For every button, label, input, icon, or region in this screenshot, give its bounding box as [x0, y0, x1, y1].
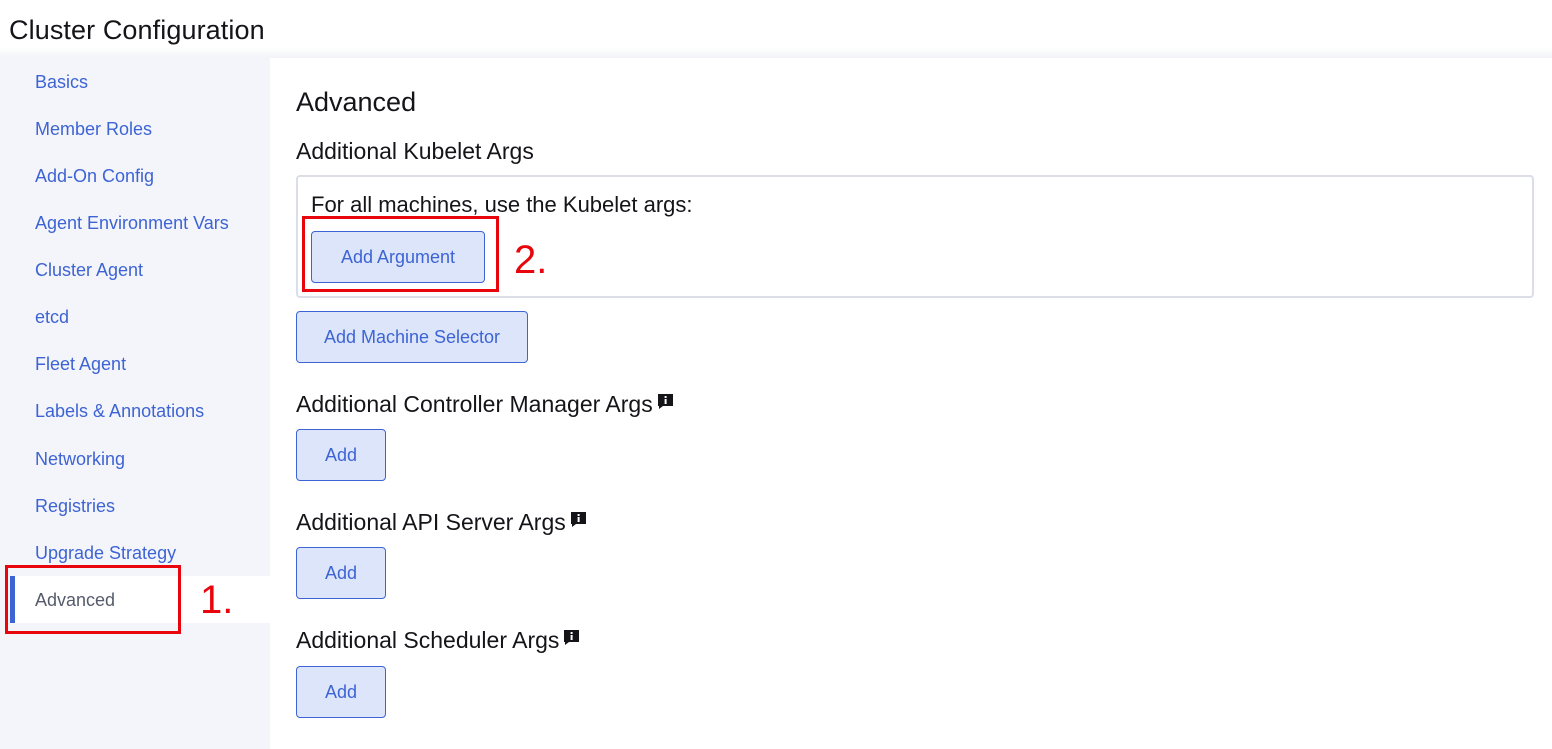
annotation-box-step-1	[5, 565, 181, 634]
sidebar-item-upgrade-strategy[interactable]: Upgrade Strategy	[35, 541, 176, 565]
kubelet-args-heading: Additional Kubelet Args	[296, 138, 534, 164]
sidebar-item-etcd[interactable]: etcd	[35, 305, 69, 329]
header-divider	[0, 48, 1552, 58]
sidebar-item-registries[interactable]: Registries	[35, 494, 115, 518]
info-icon[interactable]	[657, 393, 674, 410]
scheduler-args-heading-row: Additional Scheduler Args	[296, 625, 580, 655]
sidebar-item-member-roles[interactable]: Member Roles	[35, 117, 152, 141]
info-icon[interactable]	[563, 629, 580, 646]
sidebar-item-agent-environment-vars[interactable]: Agent Environment Vars	[35, 211, 229, 235]
annotation-label-step-1: 1.	[200, 578, 234, 622]
sidebar-item-cluster-agent[interactable]: Cluster Agent	[35, 258, 143, 282]
add-scheduler-arg-button[interactable]: Add	[296, 666, 386, 718]
annotation-box-step-2	[302, 216, 499, 292]
scheduler-args-heading: Additional Scheduler Args	[296, 627, 560, 653]
main-title: Advanced	[296, 87, 417, 117]
controller-manager-args-heading-row: Additional Controller Manager Args	[296, 389, 674, 419]
controller-manager-args-heading: Additional Controller Manager Args	[296, 391, 653, 417]
annotation-label-step-2: 2.	[514, 238, 548, 282]
info-icon[interactable]	[570, 511, 587, 528]
add-controller-manager-arg-button[interactable]: Add	[296, 429, 386, 481]
add-api-server-arg-button[interactable]: Add	[296, 547, 386, 599]
sidebar-item-networking[interactable]: Networking	[35, 447, 125, 471]
sidebar-item-basics[interactable]: Basics	[35, 70, 88, 94]
page-title: Cluster Configuration	[9, 15, 265, 45]
api-server-args-heading-row: Additional API Server Args	[296, 507, 587, 537]
sidebar-item-labels-annotations[interactable]: Labels & Annotations	[35, 399, 204, 423]
kubelet-args-description: For all machines, use the Kubelet args:	[311, 192, 693, 217]
sidebar-item-fleet-agent[interactable]: Fleet Agent	[35, 352, 126, 376]
sidebar-item-add-on-config[interactable]: Add-On Config	[35, 164, 154, 188]
add-machine-selector-button[interactable]: Add Machine Selector	[296, 311, 528, 363]
api-server-args-heading: Additional API Server Args	[296, 509, 566, 535]
